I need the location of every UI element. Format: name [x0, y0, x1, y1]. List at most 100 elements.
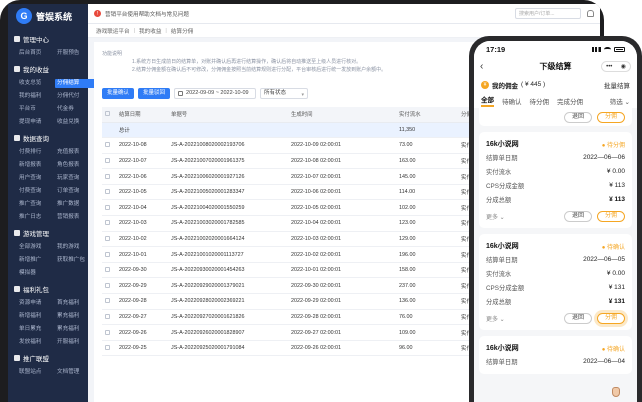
sidebar-item[interactable]: 模拟器: [19, 269, 57, 278]
cell-created-time: 2022-09-29 02:00:01: [288, 293, 396, 310]
row-checkbox[interactable]: [105, 282, 110, 288]
row-checkbox[interactable]: [105, 158, 110, 164]
sidebar-item[interactable]: 用户查询: [19, 174, 57, 183]
sidebar-item[interactable]: 提现申请: [19, 118, 57, 127]
section-label: 推广联盟: [23, 356, 49, 363]
tab-all[interactable]: 全部: [481, 94, 494, 107]
reject-button[interactable]: 退回: [563, 111, 592, 123]
batch-confirm-button[interactable]: 批量确认: [102, 88, 135, 99]
sidebar-section-title[interactable]: 我的收益: [8, 58, 88, 76]
row-checkbox[interactable]: [105, 189, 110, 195]
cell-amount: 76.00: [396, 309, 458, 326]
row-checkbox[interactable]: [105, 267, 110, 273]
tab-pending-split[interactable]: 待分佣: [530, 96, 550, 106]
more-link[interactable]: 更多 ⌄: [486, 314, 505, 323]
field-label: CPS分成金额: [486, 284, 525, 292]
notice-link[interactable]: 营销平台使用帮助文档与常见问题: [105, 10, 189, 18]
status-select[interactable]: 所有状态 ▾: [260, 88, 309, 99]
batch-settle-link[interactable]: 批量结算: [604, 80, 630, 90]
sidebar-item[interactable]: 资源申请: [19, 299, 57, 308]
chevron-down-icon: ▾: [301, 92, 305, 98]
sidebar-item[interactable]: 后台首页: [19, 49, 57, 58]
row-checkbox[interactable]: [105, 251, 110, 257]
sidebar-item[interactable]: 平台币: [19, 105, 57, 114]
row-checkbox[interactable]: [105, 142, 110, 148]
row-checkbox[interactable]: [105, 220, 110, 226]
sidebar-item[interactable]: 收支总览: [19, 79, 57, 88]
miniapp-capsule[interactable]: ••• ◉: [601, 61, 631, 72]
header-amount[interactable]: 实付流水: [396, 107, 458, 123]
section-icon: [14, 66, 20, 72]
row-checkbox[interactable]: [105, 345, 110, 351]
total-amount: 11,350: [396, 122, 458, 139]
row-checkbox-cell: [102, 246, 116, 263]
row-checkbox[interactable]: [105, 314, 110, 319]
sidebar-item[interactable]: 付费查询: [19, 187, 57, 196]
brand[interactable]: G 管娱系统: [8, 4, 88, 28]
search-input[interactable]: [515, 8, 581, 19]
sidebar-section-title[interactable]: 数据查询: [8, 127, 88, 145]
more-link[interactable]: 更多 ⌄: [486, 212, 505, 221]
sidebar-item[interactable]: 新增报表: [19, 161, 57, 170]
sidebar-section-title[interactable]: 游戏管理: [8, 222, 88, 240]
batch-reject-button[interactable]: 批量驳回: [138, 88, 171, 99]
row-checkbox-cell: [102, 293, 116, 310]
card-title: 16k小说网: [486, 243, 519, 250]
more-dots-icon[interactable]: •••: [606, 64, 612, 70]
row-checkbox[interactable]: [105, 204, 110, 210]
split-button[interactable]: 分佣: [596, 211, 625, 222]
tab-split-done[interactable]: 完成分佣: [557, 96, 583, 106]
field-label: 分成总额: [486, 196, 512, 204]
sidebar-item[interactable]: 发放福利: [19, 338, 57, 347]
sidebar: G 管娱系统 管理中心 后台首页 开服预告 我的收益 收支总览 分佣结算 我的福利 分佣代付平…: [8, 4, 95, 402]
cell-settle-date: 2022-10-08: [116, 137, 168, 154]
sidebar-item[interactable]: 推广日志: [19, 213, 57, 222]
sidebar-section-title[interactable]: 福利礼包: [8, 278, 88, 296]
sidebar-item[interactable]: 新增福利: [19, 312, 57, 321]
card-footer: 更多 ⌄ 退回 分佣: [486, 211, 625, 222]
sidebar-item[interactable]: 付费排行: [19, 148, 57, 157]
row-checkbox[interactable]: [105, 236, 110, 242]
breadcrumb-item[interactable]: 游戏联运平台: [96, 27, 130, 35]
filter-button[interactable]: 筛选 ⌄: [610, 96, 630, 106]
card-field: 实付流水 ¥ 0.00: [486, 164, 625, 178]
breadcrumb-item[interactable]: 我的收益: [139, 27, 161, 35]
settlement-card[interactable]: 16k小说网 ● 待确认 结算单日期 2022—06—04: [479, 336, 632, 374]
breadcrumb-item[interactable]: 结算分佣: [171, 27, 193, 35]
header-created-time[interactable]: 生成时间: [288, 107, 396, 123]
sidebar-item[interactable]: 推广查询: [19, 200, 57, 209]
date-range-picker[interactable]: 2022-09-09 ~ 2022-10-09: [174, 88, 257, 99]
sidebar-sections: 管理中心 后台首页 开服预告 我的收益 收支总览 分佣结算 我的福利 分佣代付 平台币 代金券 提现…: [8, 28, 95, 377]
sidebar-section-title[interactable]: 推广联盟: [8, 347, 88, 365]
commission-summary: ¥ 我的佣金 ( ¥ 445 ) 批量结算: [474, 76, 637, 93]
status-badge: ● 待确认: [601, 346, 625, 353]
header-settle-date[interactable]: 结算日期: [116, 107, 168, 123]
split-button[interactable]: 分佣: [596, 313, 625, 324]
sidebar-item[interactable]: 新增推广: [19, 256, 57, 265]
empty-cell: [168, 122, 288, 139]
row-checkbox[interactable]: [105, 173, 110, 179]
reject-button[interactable]: 退回: [563, 313, 592, 324]
sidebar-item[interactable]: 全部游戏: [19, 243, 57, 252]
card-field: 结算单日期 2022—06—06: [486, 150, 625, 164]
sidebar-section-title[interactable]: 管理中心: [8, 28, 88, 46]
select-all-checkbox[interactable]: [105, 111, 110, 117]
total-checkbox-cell: [102, 122, 116, 139]
split-button[interactable]: 分佣: [596, 111, 625, 123]
coin-icon: ¥: [481, 80, 489, 89]
section-icon: [14, 36, 20, 42]
sidebar-item[interactable]: 单日累充: [19, 325, 57, 334]
row-checkbox[interactable]: [105, 329, 110, 335]
tab-pending-confirm[interactable]: 待确认: [502, 96, 522, 106]
pointer-hand-icon: [612, 387, 620, 397]
settlement-card[interactable]: 16k小说网 ● 待确认 结算单日期 2022—06—05 实付流水 ¥ 0.00 CPS分…: [479, 234, 632, 330]
settlement-card[interactable]: 16k小说网 ● 待分佣 结算单日期 2022—06—06 实付流水 ¥ 0.00 CPS分…: [479, 132, 632, 228]
reject-button[interactable]: 退回: [563, 211, 592, 222]
sidebar-item[interactable]: 联盟站点: [19, 368, 57, 377]
row-checkbox[interactable]: [105, 298, 110, 304]
cell-settle-date: 2022-10-06: [116, 168, 168, 185]
close-circle-icon[interactable]: ◉: [621, 63, 626, 70]
sidebar-item[interactable]: 我的福利: [19, 92, 57, 101]
cell-settle-date: 2022-09-29: [116, 277, 168, 295]
bell-icon[interactable]: [587, 10, 594, 17]
